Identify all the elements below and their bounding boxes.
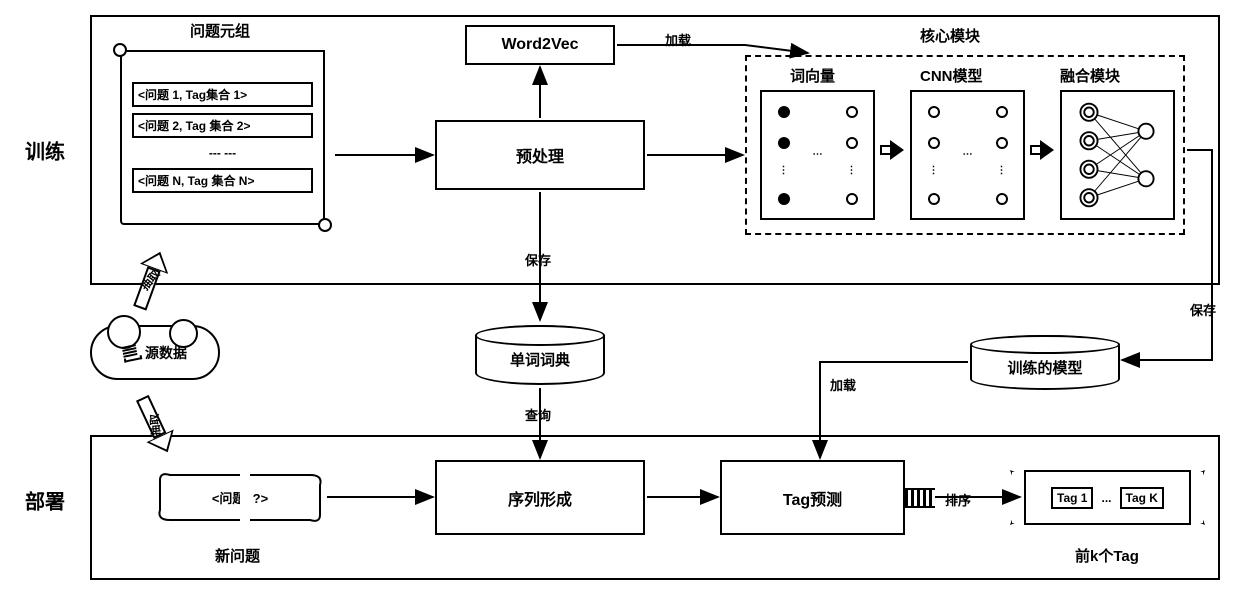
source-data-cloud: 源数据 bbox=[90, 325, 220, 380]
nn-dot bbox=[928, 193, 940, 205]
topk-ribbon: Tag 1 ... Tag K bbox=[1010, 470, 1205, 525]
tuple-item-2: <问题 2, Tag 集合 2> bbox=[132, 113, 313, 138]
fusion-block bbox=[1060, 90, 1175, 220]
nn-dot bbox=[928, 106, 940, 118]
nn-dot bbox=[846, 137, 858, 149]
seq-form-box: 序列形成 bbox=[435, 460, 645, 535]
new-question-tuple: <问题, ?> bbox=[155, 470, 325, 525]
fusion-graph bbox=[1068, 98, 1167, 212]
nn-dot bbox=[996, 193, 1008, 205]
nn-dot bbox=[928, 137, 940, 149]
arrow-wordvec-cnn bbox=[880, 140, 904, 160]
new-question-banner: <问题, ?> bbox=[155, 470, 325, 525]
trained-model-label: 训练的模型 bbox=[972, 357, 1118, 378]
nn-dot bbox=[778, 137, 790, 149]
question-tuple-scroll: <问题 1, Tag集合 1> <问题 2, Tag 集合 2> --- ---… bbox=[110, 40, 335, 235]
preprocess-label: 预处理 bbox=[516, 143, 564, 167]
nn-dot bbox=[846, 106, 858, 118]
fusion-label: 融合模块 bbox=[1060, 65, 1120, 86]
cnn-label: CNN模型 bbox=[920, 65, 983, 86]
load-label-top: 加载 bbox=[665, 30, 691, 49]
training-label: 训练 bbox=[25, 136, 65, 165]
tuple-item-1: <问题 1, Tag集合 1> bbox=[132, 82, 313, 107]
word-dict-cylinder: 单词词典 bbox=[475, 325, 605, 385]
nn-vdots: ⋮ bbox=[997, 168, 1007, 174]
nn-dot bbox=[846, 193, 858, 205]
training-label-text: 训练 bbox=[25, 142, 65, 164]
topk-cell-1: Tag 1 bbox=[1051, 487, 1093, 509]
tuple-item-ellipsis: --- --- bbox=[132, 144, 313, 162]
tag-predict-label: Tag预测 bbox=[783, 486, 842, 510]
nn-dot bbox=[996, 137, 1008, 149]
nn-dot bbox=[778, 193, 790, 205]
seq-form-label: 序列形成 bbox=[508, 486, 572, 510]
cnn-block: ⋮ ⋯ ⋮ bbox=[910, 90, 1025, 220]
nn-vdots: ⋮ bbox=[847, 168, 857, 174]
word2vec-label: Word2Vec bbox=[501, 36, 578, 54]
topk-cell-ellipsis: ... bbox=[1097, 489, 1115, 507]
nn-vdots: ⋮ bbox=[929, 168, 939, 174]
nn-vdots: ⋮ bbox=[779, 168, 789, 174]
topk-cell-k: Tag K bbox=[1120, 487, 1164, 509]
wordvec-label: 词向量 bbox=[790, 65, 835, 86]
save-label-preprocess: 保存 bbox=[525, 250, 551, 269]
wordvec-block: ⋮ ⋯ ⋮ bbox=[760, 90, 875, 220]
arrow-cnn-fusion bbox=[1030, 140, 1054, 160]
nn-hdots: ⋯ bbox=[813, 152, 823, 158]
load-label-model: 加载 bbox=[830, 375, 856, 394]
question-tuple-title: 问题元组 bbox=[190, 20, 250, 41]
sort-label: 排序 bbox=[945, 490, 971, 509]
deploy-label-text: 部署 bbox=[25, 492, 65, 514]
core-module-title: 核心模块 bbox=[920, 25, 980, 46]
tag-predict-box: Tag预测 bbox=[720, 460, 905, 535]
save-label-model: 保存 bbox=[1190, 300, 1216, 319]
word2vec-box: Word2Vec bbox=[465, 25, 615, 65]
nn-dot bbox=[778, 106, 790, 118]
word-dict-label: 单词词典 bbox=[477, 349, 603, 370]
preprocess-box: 预处理 bbox=[435, 120, 645, 190]
query-label: 查询 bbox=[525, 405, 551, 424]
trained-model-cylinder: 训练的模型 bbox=[970, 335, 1120, 390]
sort-connector bbox=[905, 488, 935, 508]
deploy-label: 部署 bbox=[25, 486, 65, 515]
topk-title: 前k个Tag bbox=[1075, 545, 1139, 566]
stackoverflow-icon bbox=[122, 343, 143, 362]
new-question-title: 新问题 bbox=[215, 545, 260, 566]
tuple-item-n: <问题 N, Tag 集合 N> bbox=[132, 168, 313, 193]
nn-hdots: ⋯ bbox=[963, 152, 973, 158]
nn-dot bbox=[996, 106, 1008, 118]
source-data-label: 源数据 bbox=[145, 343, 187, 363]
